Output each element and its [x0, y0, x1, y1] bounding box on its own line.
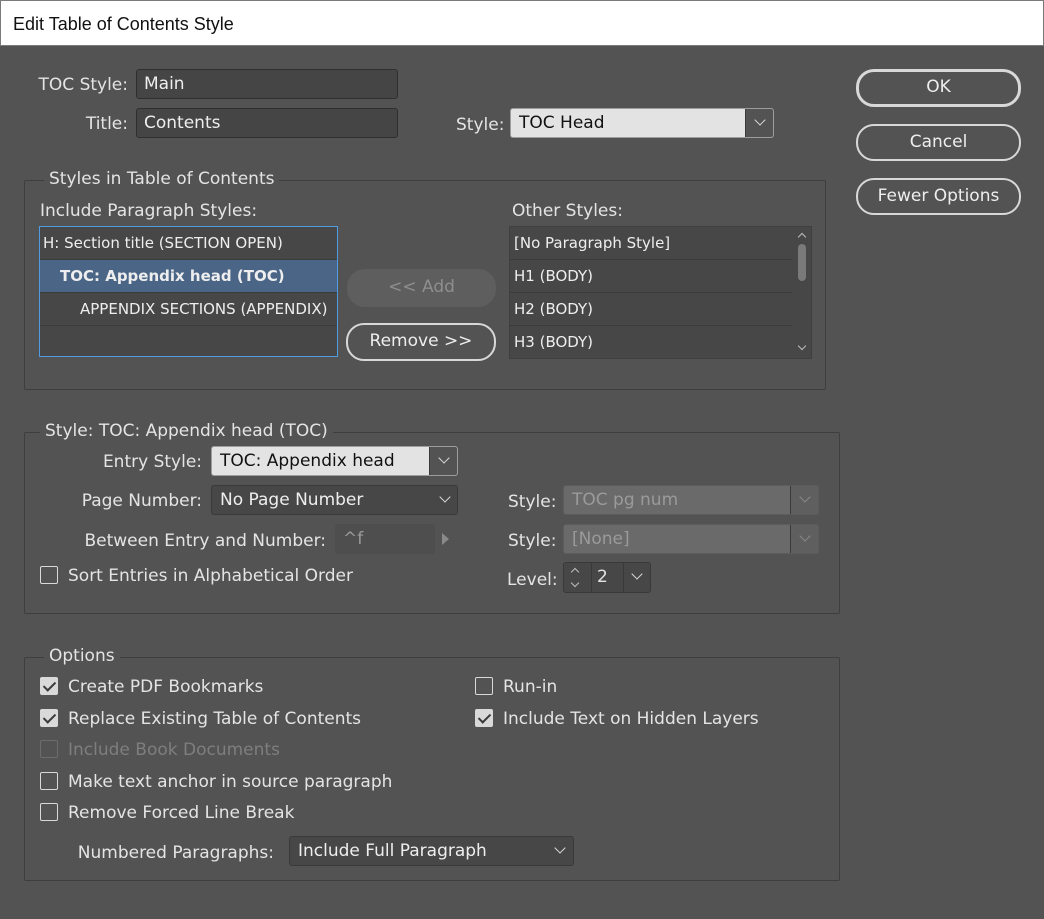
include-book-documents-label: Include Book Documents — [68, 740, 280, 760]
chevron-down-icon[interactable] — [631, 568, 643, 580]
fewer-options-button[interactable]: Fewer Options — [856, 178, 1021, 215]
insert-special-arrow-icon[interactable] — [442, 533, 449, 545]
include-hidden-layers-checkbox[interactable] — [475, 709, 493, 727]
chevron-down-icon — [790, 525, 818, 553]
chevron-down-icon — [439, 491, 451, 503]
stepper-divider — [623, 563, 624, 592]
entry-style-label: Entry Style: — [102, 452, 202, 472]
stepper-up-icon[interactable] — [570, 567, 580, 577]
page-number-style-label: Style: — [508, 492, 557, 512]
cancel-button[interactable]: Cancel — [856, 124, 1021, 161]
other-styles-scrollbar[interactable] — [793, 227, 811, 358]
create-pdf-bookmarks-checkbox[interactable] — [40, 677, 58, 695]
stepper-divider — [591, 563, 592, 592]
sort-alphabetical-label: Sort Entries in Alphabetical Order — [68, 566, 353, 586]
list-item[interactable]: H1 (BODY) — [510, 260, 792, 293]
page-number-label: Page Number: — [81, 491, 202, 511]
scroll-down-icon[interactable] — [797, 341, 807, 351]
between-style-label: Style: — [508, 531, 557, 551]
list-item[interactable]: H2 (BODY) — [510, 293, 792, 326]
include-styles-list[interactable]: H: Section title (SECTION OPEN) TOC: App… — [39, 226, 338, 357]
remove-button[interactable]: Remove >> — [346, 323, 496, 361]
title-input[interactable]: Contents — [136, 108, 398, 138]
toc-style-label: TOC Style: — [38, 75, 128, 95]
page-number-style-select[interactable]: TOC pg num — [563, 485, 819, 515]
window-title: Edit Table of Contents Style — [13, 14, 234, 34]
ok-button[interactable]: OK — [856, 69, 1021, 107]
window-title-bar: Edit Table of Contents Style — [0, 0, 1044, 46]
remove-forced-line-break-checkbox[interactable] — [40, 803, 58, 821]
between-entry-number-input[interactable]: ^f — [335, 524, 435, 554]
title-style-label: Style: — [456, 115, 505, 135]
title-style-select[interactable]: TOC Head — [510, 108, 774, 138]
remove-forced-line-break-label: Remove Forced Line Break — [68, 803, 295, 823]
title-style-value: TOC Head — [519, 113, 605, 133]
options-legend: Options — [44, 645, 120, 667]
replace-existing-toc-label: Replace Existing Table of Contents — [68, 709, 362, 729]
list-item[interactable]: APPENDIX SECTIONS (APPENDIX) — [40, 293, 337, 326]
entry-style-value: TOC: Appendix head — [220, 451, 395, 471]
title-label: Title: — [85, 114, 128, 134]
entry-style-group-legend: Style: TOC: Appendix head (TOC) — [40, 420, 333, 442]
entry-style-select[interactable]: TOC: Appendix head — [211, 446, 458, 476]
include-book-documents-checkbox[interactable] — [40, 740, 58, 758]
toc-style-input[interactable]: Main — [136, 69, 398, 99]
chevron-down-icon — [745, 109, 773, 137]
make-text-anchor-checkbox[interactable] — [40, 772, 58, 790]
scroll-up-icon[interactable] — [797, 232, 807, 242]
other-styles-label: Other Styles: — [512, 201, 623, 221]
page-number-value: No Page Number — [220, 490, 364, 510]
chevron-down-icon — [554, 842, 566, 854]
list-item[interactable]: [No Paragraph Style] — [510, 227, 792, 260]
include-hidden-layers-label: Include Text on Hidden Layers — [503, 709, 759, 729]
run-in-checkbox[interactable] — [475, 677, 493, 695]
list-item-selected[interactable]: TOC: Appendix head (TOC) — [40, 260, 337, 293]
stepper-down-icon[interactable] — [570, 578, 580, 588]
chevron-down-icon — [790, 486, 818, 514]
list-item[interactable]: H: Section title (SECTION OPEN) — [40, 227, 337, 260]
numbered-paragraphs-select[interactable]: Include Full Paragraph — [289, 836, 574, 866]
between-entry-number-label: Between Entry and Number: — [84, 531, 326, 551]
make-text-anchor-label: Make text anchor in source paragraph — [68, 772, 393, 792]
chevron-down-icon — [429, 447, 457, 475]
include-paragraph-styles-label: Include Paragraph Styles: — [40, 201, 258, 221]
other-styles-list[interactable]: [No Paragraph Style] H1 (BODY) H2 (BODY)… — [509, 226, 812, 359]
between-style-select[interactable]: [None] — [563, 524, 819, 554]
list-item[interactable]: H3 (BODY) — [510, 326, 792, 358]
numbered-paragraphs-label: Numbered Paragraphs: — [77, 843, 274, 863]
add-button[interactable]: << Add — [347, 269, 496, 307]
sort-alphabetical-checkbox[interactable] — [40, 566, 58, 584]
styles-in-toc-legend: Styles in Table of Contents — [44, 168, 280, 190]
replace-existing-toc-checkbox[interactable] — [40, 709, 58, 727]
level-label: Level: — [507, 570, 558, 590]
create-pdf-bookmarks-label: Create PDF Bookmarks — [68, 677, 264, 697]
numbered-paragraphs-value: Include Full Paragraph — [298, 841, 487, 861]
run-in-label: Run-in — [503, 677, 558, 697]
level-stepper[interactable]: 2 — [563, 562, 651, 593]
scroll-thumb[interactable] — [798, 244, 806, 281]
page-number-style-value: TOC pg num — [572, 490, 679, 510]
between-style-value: [None] — [572, 529, 630, 549]
level-value: 2 — [597, 567, 608, 587]
page-number-select[interactable]: No Page Number — [211, 485, 458, 515]
